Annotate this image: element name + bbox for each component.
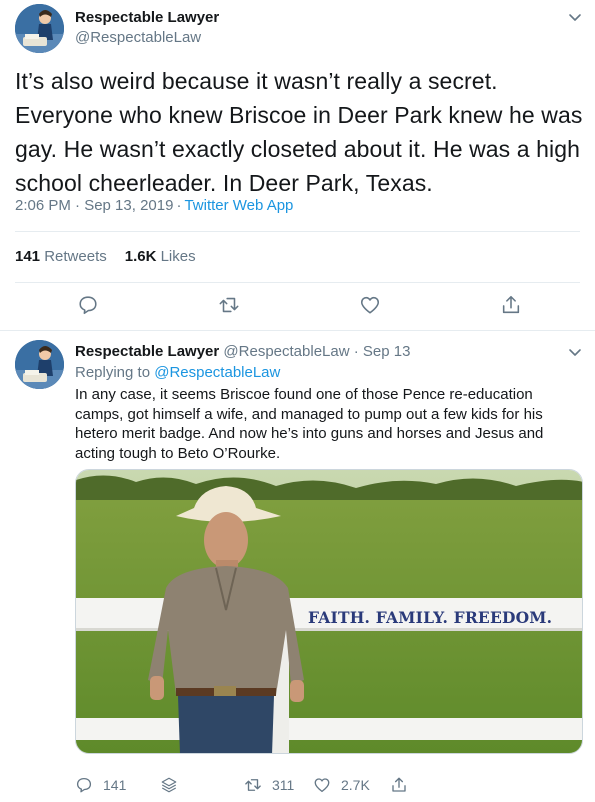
share-upload-icon[interactable] <box>390 775 418 795</box>
tweet-separator <box>0 330 595 331</box>
chevron-down-icon[interactable] <box>566 343 584 361</box>
heart-icon <box>314 778 330 793</box>
tweet-text: It’s also weird because it wasn’t really… <box>15 68 583 196</box>
reply-text: In any case, it seems Briscoe found one … <box>75 386 544 462</box>
retweet-count: 311 <box>272 777 295 793</box>
retweet-arrows-icon <box>245 779 261 791</box>
tweet-meta: 2:06 PM · Sep 13, 2019 · Twitter Web App <box>15 197 293 214</box>
reply-handle-date[interactable]: @RespectableLaw · Sep 13 <box>223 343 410 360</box>
reply-button[interactable]: 141 <box>75 775 126 795</box>
retweet-button[interactable]: 311 <box>244 775 294 795</box>
divider <box>15 231 580 232</box>
like-button[interactable]: 2.7K <box>313 775 370 795</box>
layers-stack-icon[interactable] <box>160 775 188 795</box>
avatar[interactable] <box>15 4 64 53</box>
retweet-arrows-icon[interactable] <box>218 294 240 316</box>
comment-bubble-icon <box>76 777 92 793</box>
author-display-name[interactable]: Respectable Lawyer <box>75 9 219 26</box>
retweets-stat[interactable]: 141 Retweets <box>15 248 107 265</box>
replying-prefix: Replying to <box>75 364 151 381</box>
heart-icon[interactable] <box>359 294 381 316</box>
tweet-photo[interactable]: FAITH. FAMILY. FREEDOM. <box>75 469 583 754</box>
reply-header: Respectable Lawyer @RespectableLaw · Sep… <box>75 343 410 360</box>
reply-count: 141 <box>103 777 127 793</box>
avatar[interactable] <box>15 340 64 389</box>
tweet-stats: 141 Retweets 1.6K Likes <box>15 248 196 265</box>
replying-to: Replying to @RespectableLaw <box>75 364 280 381</box>
divider <box>15 282 580 283</box>
like-count: 2.7K <box>341 777 370 793</box>
replying-mention[interactable]: @RespectableLaw <box>154 364 280 381</box>
author-handle[interactable]: @RespectableLaw <box>75 29 201 46</box>
reply-author-name[interactable]: Respectable Lawyer <box>75 343 219 360</box>
tweet-source[interactable]: Twitter Web App <box>184 197 293 214</box>
chevron-down-icon[interactable] <box>566 8 584 26</box>
likes-stat[interactable]: 1.6K Likes <box>125 248 196 265</box>
meta-separator: · <box>176 197 182 214</box>
comment-bubble-icon[interactable] <box>77 294 99 316</box>
share-upload-icon[interactable] <box>500 294 522 316</box>
photo-sign-text: FAITH. FAMILY. FREEDOM. <box>308 608 553 627</box>
tweet-timestamp[interactable]: 2:06 PM · Sep 13, 2019 <box>15 197 173 214</box>
